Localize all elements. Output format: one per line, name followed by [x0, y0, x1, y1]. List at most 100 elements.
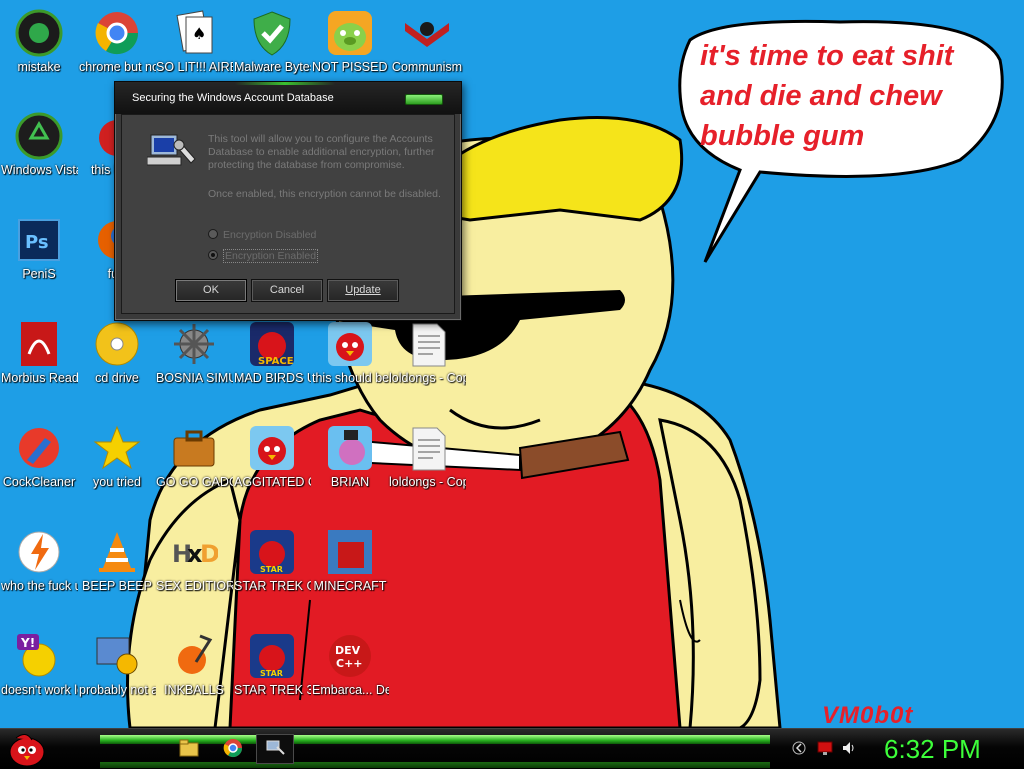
desktop-icon[interactable]: BOSNIA SIMULATOR	[155, 320, 233, 386]
desktop-icon-label: chrome but normal	[79, 60, 156, 74]
desktop-icon[interactable]: DEVC++ Embarca... Dev-C++	[311, 632, 389, 698]
desktop-icon-label: you tried	[93, 475, 141, 489]
desktop-icon-label: cd drive	[95, 371, 139, 385]
desktop-icon-label: GO GO GADGET ...	[156, 475, 233, 489]
dialog-description: This tool will allow you to configure th…	[208, 133, 435, 171]
desktop-icon-label: AGGITATED CHICKEN...	[234, 475, 311, 489]
gear-monitor-icon	[93, 632, 141, 680]
desktop-icon-label: Windows Vista	[1, 163, 78, 177]
mine-icon	[170, 320, 218, 368]
winamp-icon	[15, 528, 63, 576]
desktop-icon[interactable]: NOT PISSED P	[311, 9, 389, 75]
desktop-icon-label: SEX EDITIOR	[156, 579, 233, 593]
start-button[interactable]	[6, 728, 48, 768]
desktop-icon[interactable]: Y! doesn't work lol	[0, 632, 78, 698]
desktop-icon[interactable]: loldongs - Copy.txt	[388, 320, 466, 386]
desktop-icon[interactable]: ♠ SO LIT!!! AIRE	[155, 9, 233, 75]
desktop-icon-label: Embarca... Dev-C++	[312, 683, 389, 697]
desktop-icon-label: this should be on vin...	[312, 371, 389, 385]
svg-text:C++: C++	[336, 657, 363, 670]
desktop-icon[interactable]: Hx D SEX EDITIOR	[155, 528, 233, 594]
desktop-icon[interactable]: probably not a rogue	[78, 632, 156, 698]
desktop-icon-label: SO LIT!!! AIRE	[156, 60, 233, 74]
clock[interactable]: 6:32 PM	[884, 733, 981, 765]
taskbar-lower-strip	[100, 762, 770, 768]
vlc-cone-icon	[93, 528, 141, 576]
desktop-icon[interactable]: Morbius Reader	[0, 320, 78, 386]
star-wars-birds-icon: STAR	[248, 528, 296, 576]
chrome-icon	[93, 9, 141, 57]
cancel-button[interactable]: Cancel	[251, 279, 323, 302]
dialog-titlebar[interactable]: Securing the Windows Account Database	[115, 82, 461, 114]
chrome-icon[interactable]	[220, 736, 246, 760]
radio-encryption-enabled[interactable]: Encryption Enabled	[208, 249, 319, 263]
desktop-icon[interactable]: SPACE MAD BIRDS UNIVERSE	[233, 320, 311, 386]
computer-key-icon	[147, 134, 196, 166]
red-monitor-icon[interactable]	[817, 740, 833, 756]
desktop-icon[interactable]: cd drive	[78, 320, 156, 386]
desktop-icon[interactable]: chrome but normal	[78, 9, 156, 75]
desktop-icon[interactable]: CockCleaner	[0, 424, 78, 490]
desktop-icon-label: BRIAN	[330, 475, 370, 489]
speaker-icon[interactable]	[841, 740, 857, 756]
desktop-icon-label: BEEP BEEP	[82, 579, 152, 593]
explorer-icon[interactable]	[176, 736, 202, 760]
close-button[interactable]	[405, 94, 443, 105]
inkball-icon	[170, 632, 218, 680]
desktop-icon-label: loldongs - Copy (2).txt	[389, 475, 466, 489]
desktop-icon[interactable]: STAR STAR TREK GAME	[233, 528, 311, 594]
desktop-icon[interactable]: loldongs - Copy (2).txt	[388, 424, 466, 490]
desktop-icon-label: PeniS	[22, 267, 56, 281]
angry-bird-rio-icon	[326, 424, 374, 472]
desktop-icon[interactable]: who the fuck uses this	[0, 528, 78, 594]
desktop-icon-label: mistake	[17, 60, 61, 74]
radio-circle	[208, 250, 218, 260]
desktop-icon[interactable]: STAR STAR TREK 3	[233, 632, 311, 698]
desktop-icon-label: MAD BIRDS UNIVERSE	[234, 371, 311, 385]
solitaire-icon: ♠	[170, 9, 218, 57]
minecraft-bird-icon	[326, 528, 374, 576]
svg-text:STAR: STAR	[260, 565, 283, 574]
desktop-icon-label: probably not a rogue	[79, 683, 156, 697]
desktop-icon[interactable]: you tried	[78, 424, 156, 490]
speech-line: it's time to eat shit	[700, 40, 954, 72]
update-button[interactable]: Update	[327, 279, 399, 302]
desktop-icon[interactable]: BEEP BEEP	[78, 528, 156, 594]
desktop-icon-label: Morbius Reader	[1, 371, 78, 385]
dialog-warning: Once enabled, this encryption cannot be …	[208, 188, 441, 200]
desktop-icon-label: doesn't work lol	[1, 683, 78, 697]
desktop-icon[interactable]: this should be on vin...	[311, 320, 389, 386]
desktop-icon[interactable]: Communism	[388, 9, 466, 75]
desktop-icon[interactable]: mistake	[0, 9, 78, 75]
speech-line: bubble gum	[700, 120, 865, 152]
desktop-icon[interactable]: Windows Vista	[0, 112, 78, 178]
desktop-icon[interactable]: AGGITATED CHICKEN...	[233, 424, 311, 490]
cd-drive-icon	[93, 320, 141, 368]
svg-text:STAR: STAR	[260, 669, 283, 678]
desktop-icon[interactable]: MINECRAFT	[311, 528, 389, 594]
angry-bird-icon	[326, 320, 374, 368]
desktop-icon[interactable]: INKBALLS	[155, 632, 233, 698]
radio-label: Encryption Enabled	[223, 249, 319, 263]
radio-encryption-disabled[interactable]: Encryption Disabled	[208, 229, 316, 241]
desktop-icon-label: BOSNIA SIMULATOR	[156, 371, 233, 385]
desktop-icon-label: INKBALLS	[164, 683, 224, 697]
angry-bird-icon	[248, 424, 296, 472]
razer-game-icon	[15, 9, 63, 57]
pdf-reader-icon	[15, 320, 63, 368]
svg-text:D: D	[200, 540, 218, 568]
desktop-icon-label: who the fuck uses this	[1, 579, 78, 593]
active-task-button[interactable]	[256, 734, 294, 764]
titlebar-glow	[235, 82, 335, 85]
desktop-icon[interactable]: Malware Bytes	[233, 9, 311, 75]
desktop-icon[interactable]: Ps PeniS	[0, 216, 78, 282]
desktop-icon[interactable]: BRIAN	[311, 424, 389, 490]
desktop-icon-label: loldongs - Copy.txt	[389, 371, 466, 385]
back-arrow-icon[interactable]	[792, 741, 806, 755]
radio-circle	[208, 229, 218, 239]
ok-button[interactable]: OK	[175, 279, 247, 302]
desktop-icon[interactable]: GO GO GADGET ...	[155, 424, 233, 490]
desktop-icon-label: CockCleaner	[2, 475, 76, 489]
ccleaner-icon	[15, 424, 63, 472]
recycle-icon	[15, 112, 63, 160]
